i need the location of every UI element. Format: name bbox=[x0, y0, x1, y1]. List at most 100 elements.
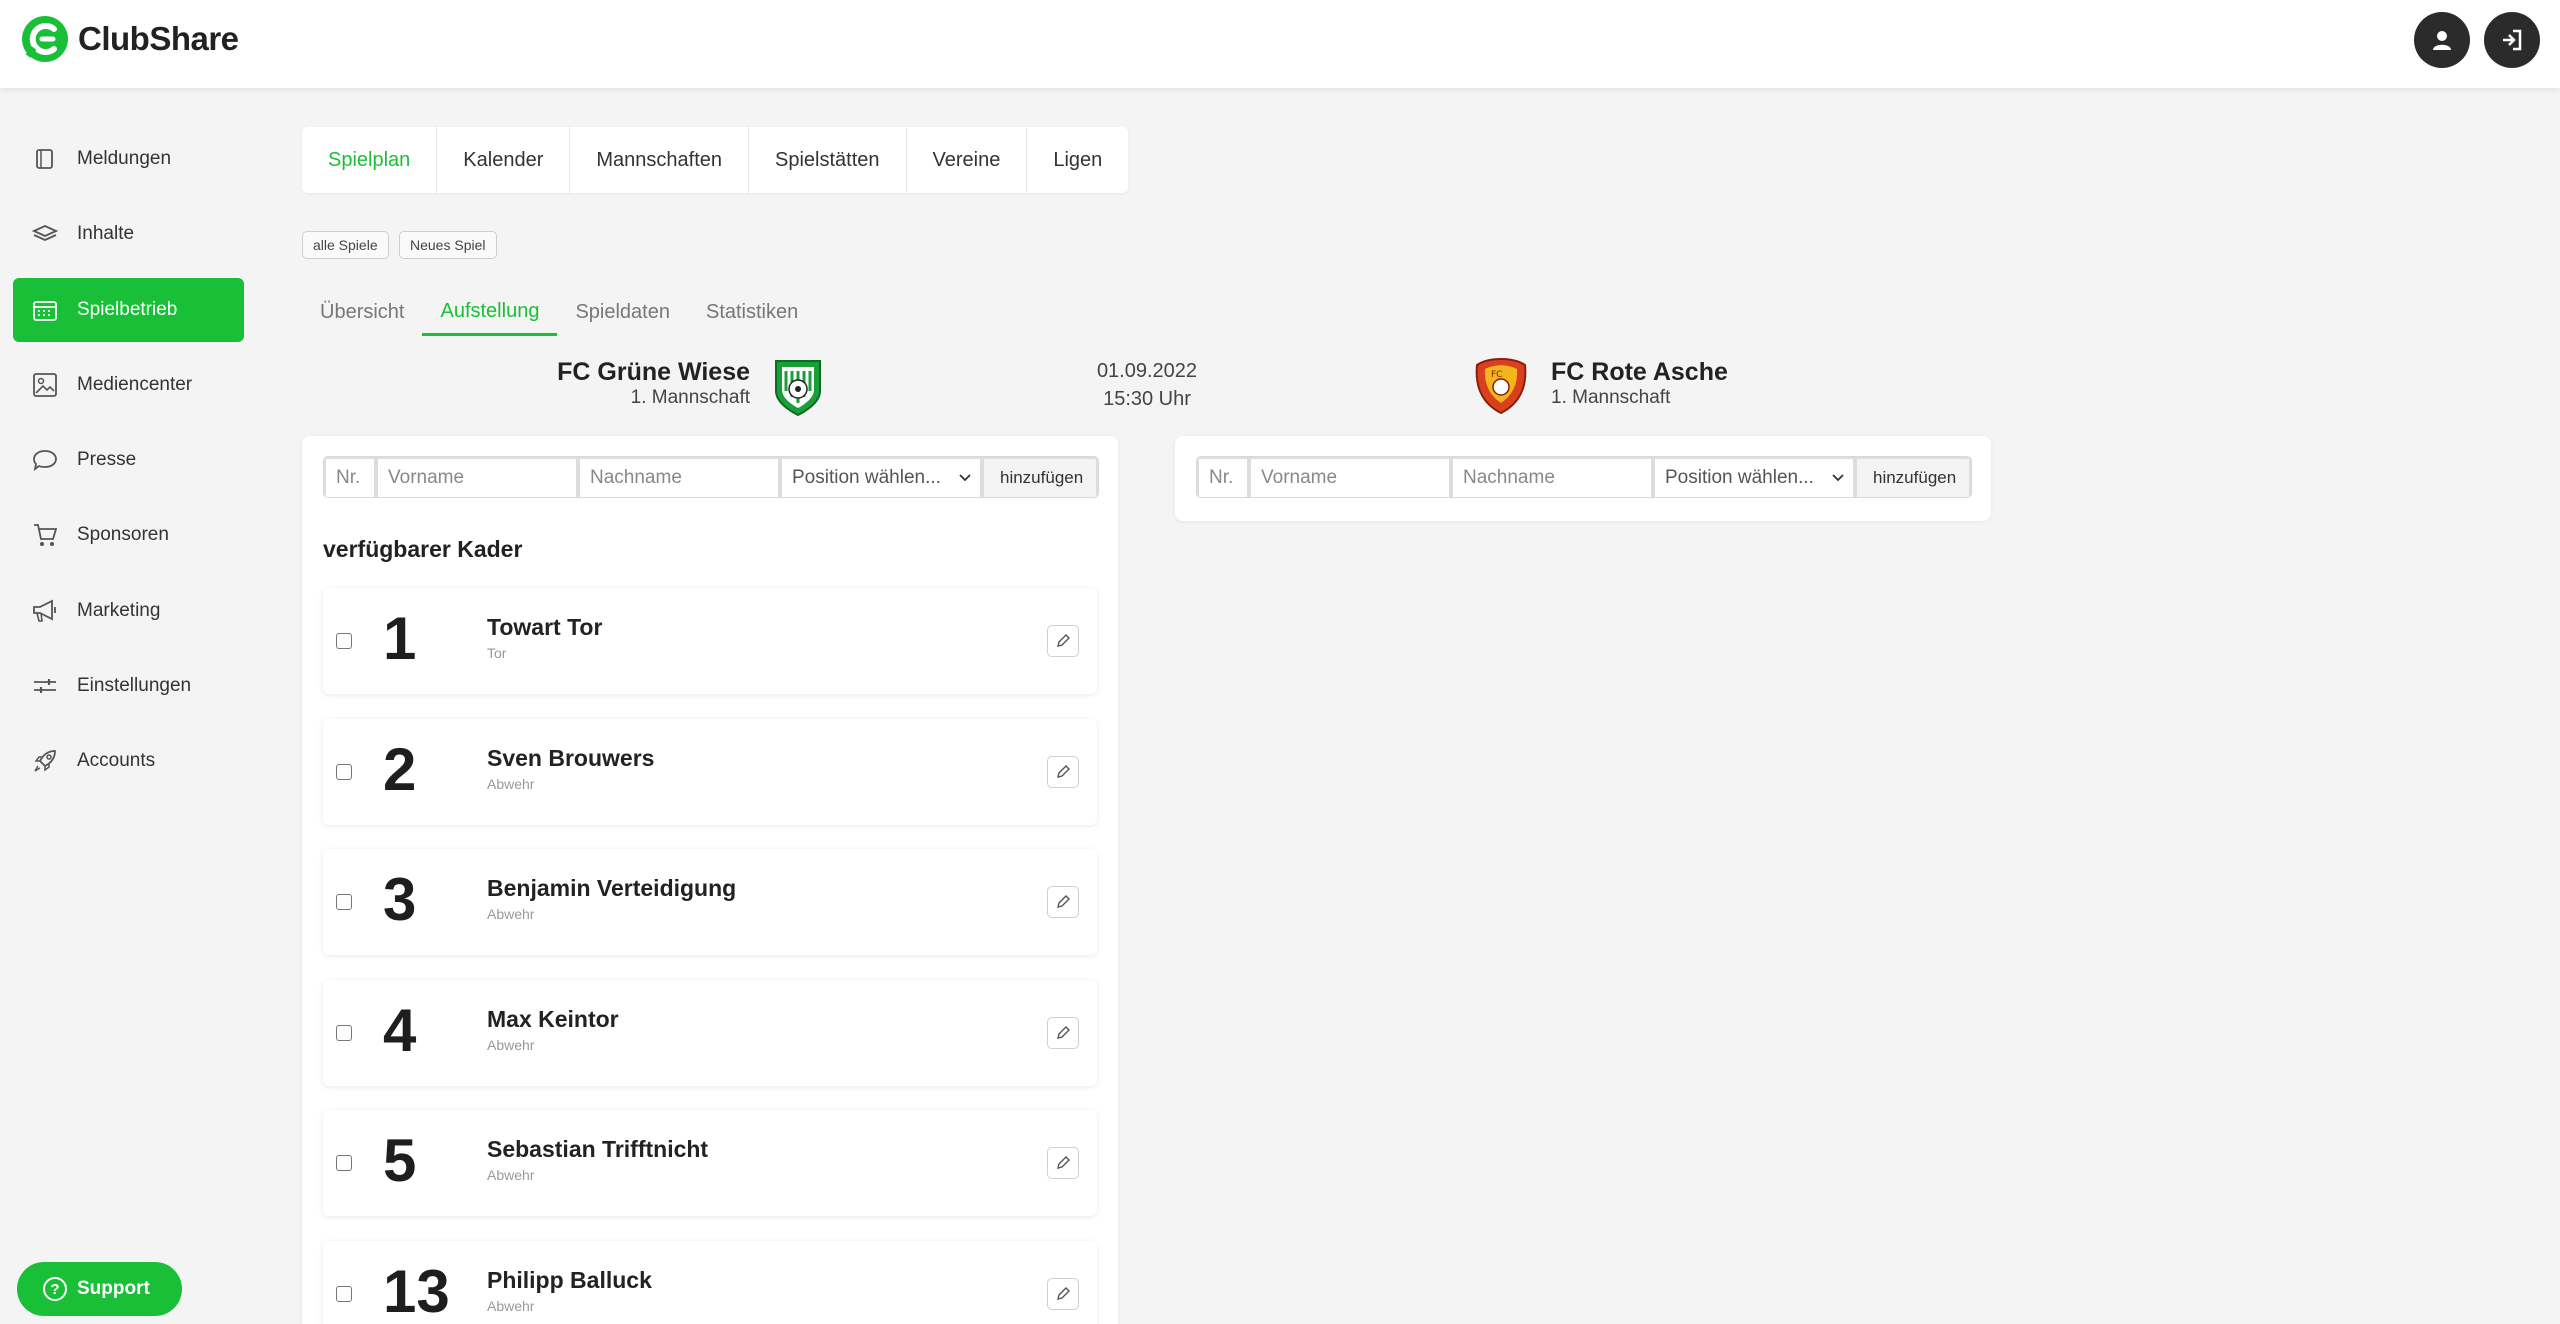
away-team-crest-icon: FC bbox=[1475, 358, 1527, 415]
player-checkbox[interactable] bbox=[336, 1025, 352, 1041]
player-name: Philipp Balluck bbox=[487, 1267, 652, 1293]
player-position: Abwehr bbox=[487, 776, 535, 792]
player-position: Tor bbox=[487, 645, 507, 661]
player-checkbox[interactable] bbox=[336, 1155, 352, 1171]
player-checkbox[interactable] bbox=[336, 764, 352, 780]
add-player-button[interactable]: hinzufügen bbox=[1855, 457, 1971, 497]
pencil-icon bbox=[1057, 765, 1070, 778]
edit-player-button[interactable] bbox=[1047, 756, 1079, 788]
player-name: Towart Tor bbox=[487, 614, 603, 640]
edit-player-button[interactable] bbox=[1047, 1147, 1079, 1179]
player-checkbox[interactable] bbox=[336, 633, 352, 649]
sidebar-item-label: Spielbetrieb bbox=[77, 299, 178, 320]
sidebar-item-spielbetrieb[interactable]: Spielbetrieb bbox=[13, 278, 244, 342]
support-label: Support bbox=[77, 1278, 150, 1299]
sub-tabs: Übersicht Aufstellung Spieldaten Statist… bbox=[302, 290, 816, 336]
player-name: Max Keintor bbox=[487, 1006, 619, 1032]
calendar-icon bbox=[31, 296, 59, 324]
position-select-value: Position wählen... bbox=[1665, 467, 1814, 488]
tab-vereine[interactable]: Vereine bbox=[907, 127, 1028, 193]
pencil-icon bbox=[1057, 1287, 1070, 1300]
firstname-input[interactable]: Vorname bbox=[376, 457, 578, 497]
tab-mannschaften[interactable]: Mannschaften bbox=[570, 127, 749, 193]
cart-icon bbox=[31, 521, 59, 549]
subtab-aufstellung[interactable]: Aufstellung bbox=[422, 290, 558, 336]
tab-spielplan[interactable]: Spielplan bbox=[302, 127, 438, 193]
all-games-button[interactable]: alle Spiele bbox=[302, 231, 389, 259]
image-icon bbox=[31, 371, 59, 399]
profile-button[interactable] bbox=[2414, 12, 2470, 68]
sidebar-item-label: Accounts bbox=[77, 750, 156, 771]
subtab-spieldaten[interactable]: Spieldaten bbox=[557, 290, 688, 334]
home-add-player-form: Nr. Vorname Nachname Position wählen... … bbox=[323, 456, 1099, 498]
firstname-input[interactable]: Vorname bbox=[1249, 457, 1451, 497]
player-number: 4 bbox=[383, 997, 417, 1064]
sidebar-item-einstellungen[interactable]: Einstellungen bbox=[13, 654, 244, 718]
away-add-player-form: Nr. Vorname Nachname Position wählen... … bbox=[1196, 456, 1972, 498]
player-card: 13 Philipp Balluck Abwehr bbox=[323, 1241, 1097, 1324]
number-input[interactable]: Nr. bbox=[324, 457, 376, 497]
sliders-icon bbox=[31, 672, 59, 700]
user-icon bbox=[2433, 31, 2451, 50]
sidebar-item-label: Sponsoren bbox=[77, 524, 169, 545]
tab-kalender[interactable]: Kalender bbox=[437, 127, 571, 193]
player-position: Abwehr bbox=[487, 906, 535, 922]
chevron-down-icon bbox=[959, 474, 971, 482]
subtab-uebersicht[interactable]: Übersicht bbox=[302, 290, 422, 334]
position-select[interactable]: Position wählen... bbox=[1653, 457, 1855, 497]
position-select[interactable]: Position wählen... bbox=[780, 457, 982, 497]
edit-player-button[interactable] bbox=[1047, 886, 1079, 918]
add-player-button[interactable]: hinzufügen bbox=[982, 457, 1098, 497]
player-card: 1 Towart Tor Tor bbox=[323, 588, 1097, 694]
lastname-input[interactable]: Nachname bbox=[1451, 457, 1653, 497]
top-header: ClubShare bbox=[0, 0, 2560, 88]
squad-title: verfügbarer Kader bbox=[323, 536, 523, 562]
edit-player-button[interactable] bbox=[1047, 1017, 1079, 1049]
sidebar-item-label: Inhalte bbox=[77, 223, 135, 244]
player-checkbox[interactable] bbox=[336, 1286, 352, 1302]
sidebar-item-presse[interactable]: Presse bbox=[13, 428, 244, 492]
app-name: ClubShare bbox=[78, 20, 239, 57]
sidebar-item-label: Marketing bbox=[77, 600, 161, 621]
sidebar-item-label: Presse bbox=[77, 449, 137, 470]
clubshare-logo-icon bbox=[22, 16, 68, 62]
chevron-down-icon bbox=[1832, 474, 1844, 482]
player-checkbox[interactable] bbox=[336, 894, 352, 910]
player-number: 2 bbox=[383, 736, 417, 803]
player-card: 3 Benjamin Verteidigung Abwehr bbox=[323, 849, 1097, 955]
pencil-icon bbox=[1057, 634, 1070, 647]
sidebar-item-sponsoren[interactable]: Sponsoren bbox=[13, 503, 244, 567]
support-button[interactable]: ? Support bbox=[17, 1262, 182, 1316]
chat-icon bbox=[31, 446, 59, 474]
tab-ligen[interactable]: Ligen bbox=[1027, 127, 1128, 193]
home-team-crest-icon bbox=[775, 360, 821, 417]
tab-spielstaetten[interactable]: Spielstätten bbox=[749, 127, 907, 193]
help-icon: ? bbox=[43, 1277, 67, 1301]
svg-text:FC: FC bbox=[1491, 370, 1502, 380]
pencil-icon bbox=[1057, 1026, 1070, 1039]
number-input[interactable]: Nr. bbox=[1197, 457, 1249, 497]
lastname-input[interactable]: Nachname bbox=[578, 457, 780, 497]
player-position: Abwehr bbox=[487, 1037, 535, 1053]
sidebar-item-mediencenter[interactable]: Mediencenter bbox=[13, 353, 244, 417]
away-team-label: 1. Mannschaft bbox=[1551, 387, 1671, 408]
sidebar-item-marketing[interactable]: Marketing bbox=[13, 579, 244, 643]
pencil-icon bbox=[1057, 1156, 1070, 1169]
edit-player-button[interactable] bbox=[1047, 625, 1079, 657]
logout-button[interactable] bbox=[2484, 12, 2540, 68]
player-number: 3 bbox=[383, 866, 417, 933]
player-number: 13 bbox=[383, 1258, 450, 1324]
sidebar-item-inhalte[interactable]: Inhalte bbox=[13, 202, 244, 266]
home-team-label: 1. Mannschaft bbox=[630, 387, 750, 408]
sidebar-item-accounts[interactable]: Accounts bbox=[13, 729, 244, 793]
position-select-value: Position wählen... bbox=[792, 467, 941, 488]
match-time: 15:30 Uhr bbox=[1103, 388, 1191, 410]
player-name: Sebastian Trifftnicht bbox=[487, 1136, 709, 1162]
app-logo[interactable]: ClubShare bbox=[20, 14, 239, 64]
subtab-statistiken[interactable]: Statistiken bbox=[688, 290, 816, 334]
player-card: 2 Sven Brouwers Abwehr bbox=[323, 719, 1097, 825]
new-game-button[interactable]: Neues Spiel bbox=[399, 231, 497, 259]
edit-player-button[interactable] bbox=[1047, 1278, 1079, 1310]
sidebar-item-meldungen[interactable]: Meldungen bbox=[13, 127, 244, 191]
rocket-icon bbox=[31, 747, 59, 775]
